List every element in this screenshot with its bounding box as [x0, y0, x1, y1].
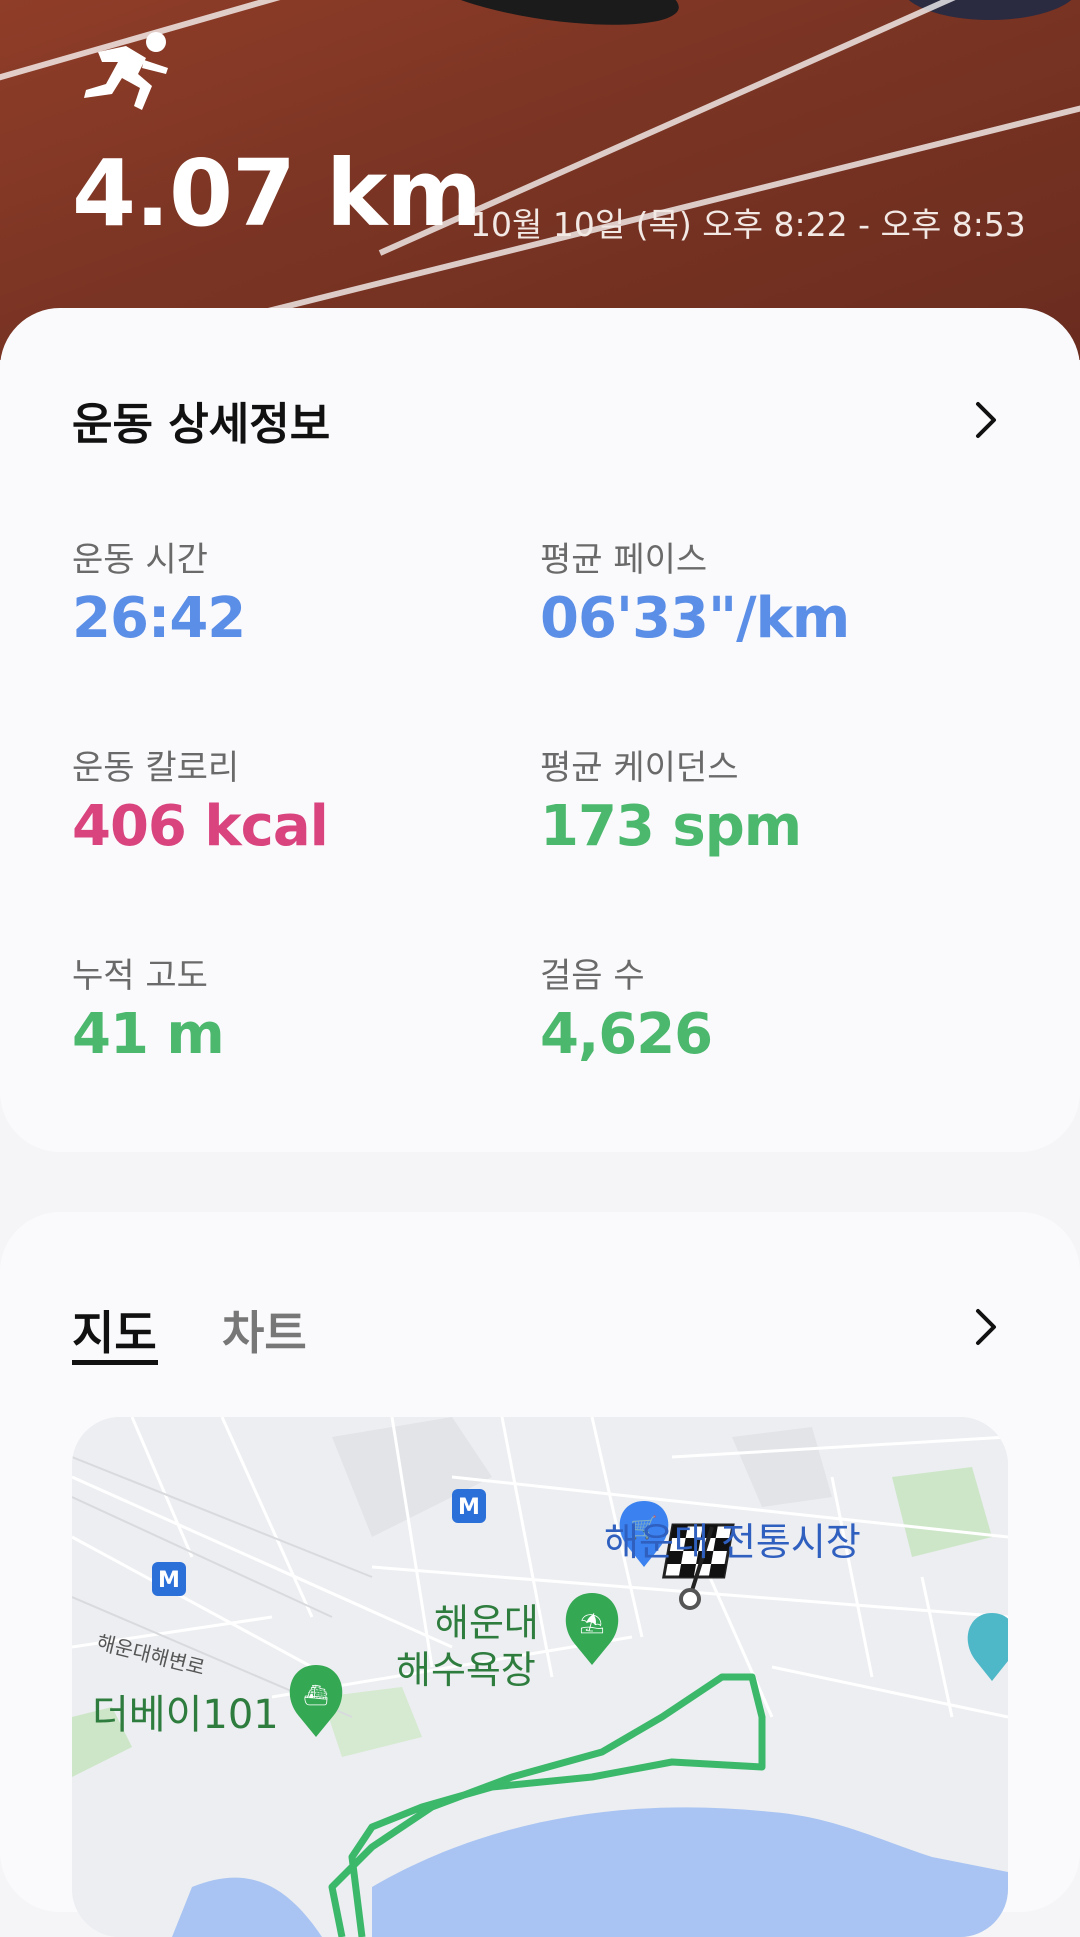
map-label-thebay: 더베이101 [92, 1692, 279, 1738]
stat-label-elevation: 누적 고도 [72, 956, 208, 996]
stat-value-pace: 06'33"/km [540, 586, 850, 651]
chevron-right-icon[interactable] [966, 1307, 1006, 1347]
svg-text:M: M [458, 1495, 480, 1520]
stat-label-steps: 걸음 수 [540, 956, 645, 996]
svg-text:M: M [158, 1568, 180, 1593]
chevron-right-icon[interactable] [966, 400, 1006, 440]
stat-label-pace: 평균 페이스 [540, 540, 708, 580]
workout-datetime: 10월 10일 (목) 오후 8:22 - 오후 8:53 [470, 205, 1026, 244]
tab-map-underline [72, 1360, 158, 1365]
runner-icon [84, 32, 168, 110]
workout-details-card[interactable]: 운동 상세정보 운동 시간 26:42 평균 페이스 06'33"/km 운동 … [0, 308, 1080, 1152]
stat-label-calories: 운동 칼로리 [72, 748, 240, 788]
map-label-market: 해운대 전통시장 [604, 1520, 861, 1564]
route-map[interactable]: M M 🛒 ⛱ ⛴ 해운대 전통시장 해운대 해수욕장 해운대해변로 더베이10… [72, 1417, 1008, 1937]
stat-label-duration: 운동 시간 [72, 540, 208, 580]
shoe-shadow [417, 0, 683, 38]
map-chart-card: 지도 차트 M M 🛒 ⛱ ⛴ 해운대 전통시장 해운대 해수욕장 해운대해변로… [0, 1212, 1080, 1937]
stat-value-elevation: 41 m [72, 1002, 225, 1067]
details-title: 운동 상세정보 [72, 399, 331, 450]
tab-chart[interactable]: 차트 [222, 1297, 307, 1363]
stat-label-cadence: 평균 케이던스 [540, 748, 739, 788]
total-distance: 4.07 km [72, 140, 482, 247]
map-canvas: M M 🛒 ⛱ ⛴ [72, 1417, 1008, 1937]
stat-value-cadence: 173 spm [540, 794, 802, 859]
svg-text:⛱: ⛱ [579, 1611, 604, 1635]
tab-map[interactable]: 지도 [72, 1297, 157, 1363]
svg-text:⛴: ⛴ [303, 1683, 328, 1707]
stat-value-calories: 406 kcal [72, 794, 329, 859]
stat-value-duration: 26:42 [72, 586, 246, 651]
header-hero: 4.07 km 10월 10일 (목) 오후 8:22 - 오후 8:53 [0, 0, 1080, 360]
stat-value-steps: 4,626 [540, 1002, 713, 1067]
map-label-beach-line2: 해수욕장 [396, 1648, 536, 1692]
